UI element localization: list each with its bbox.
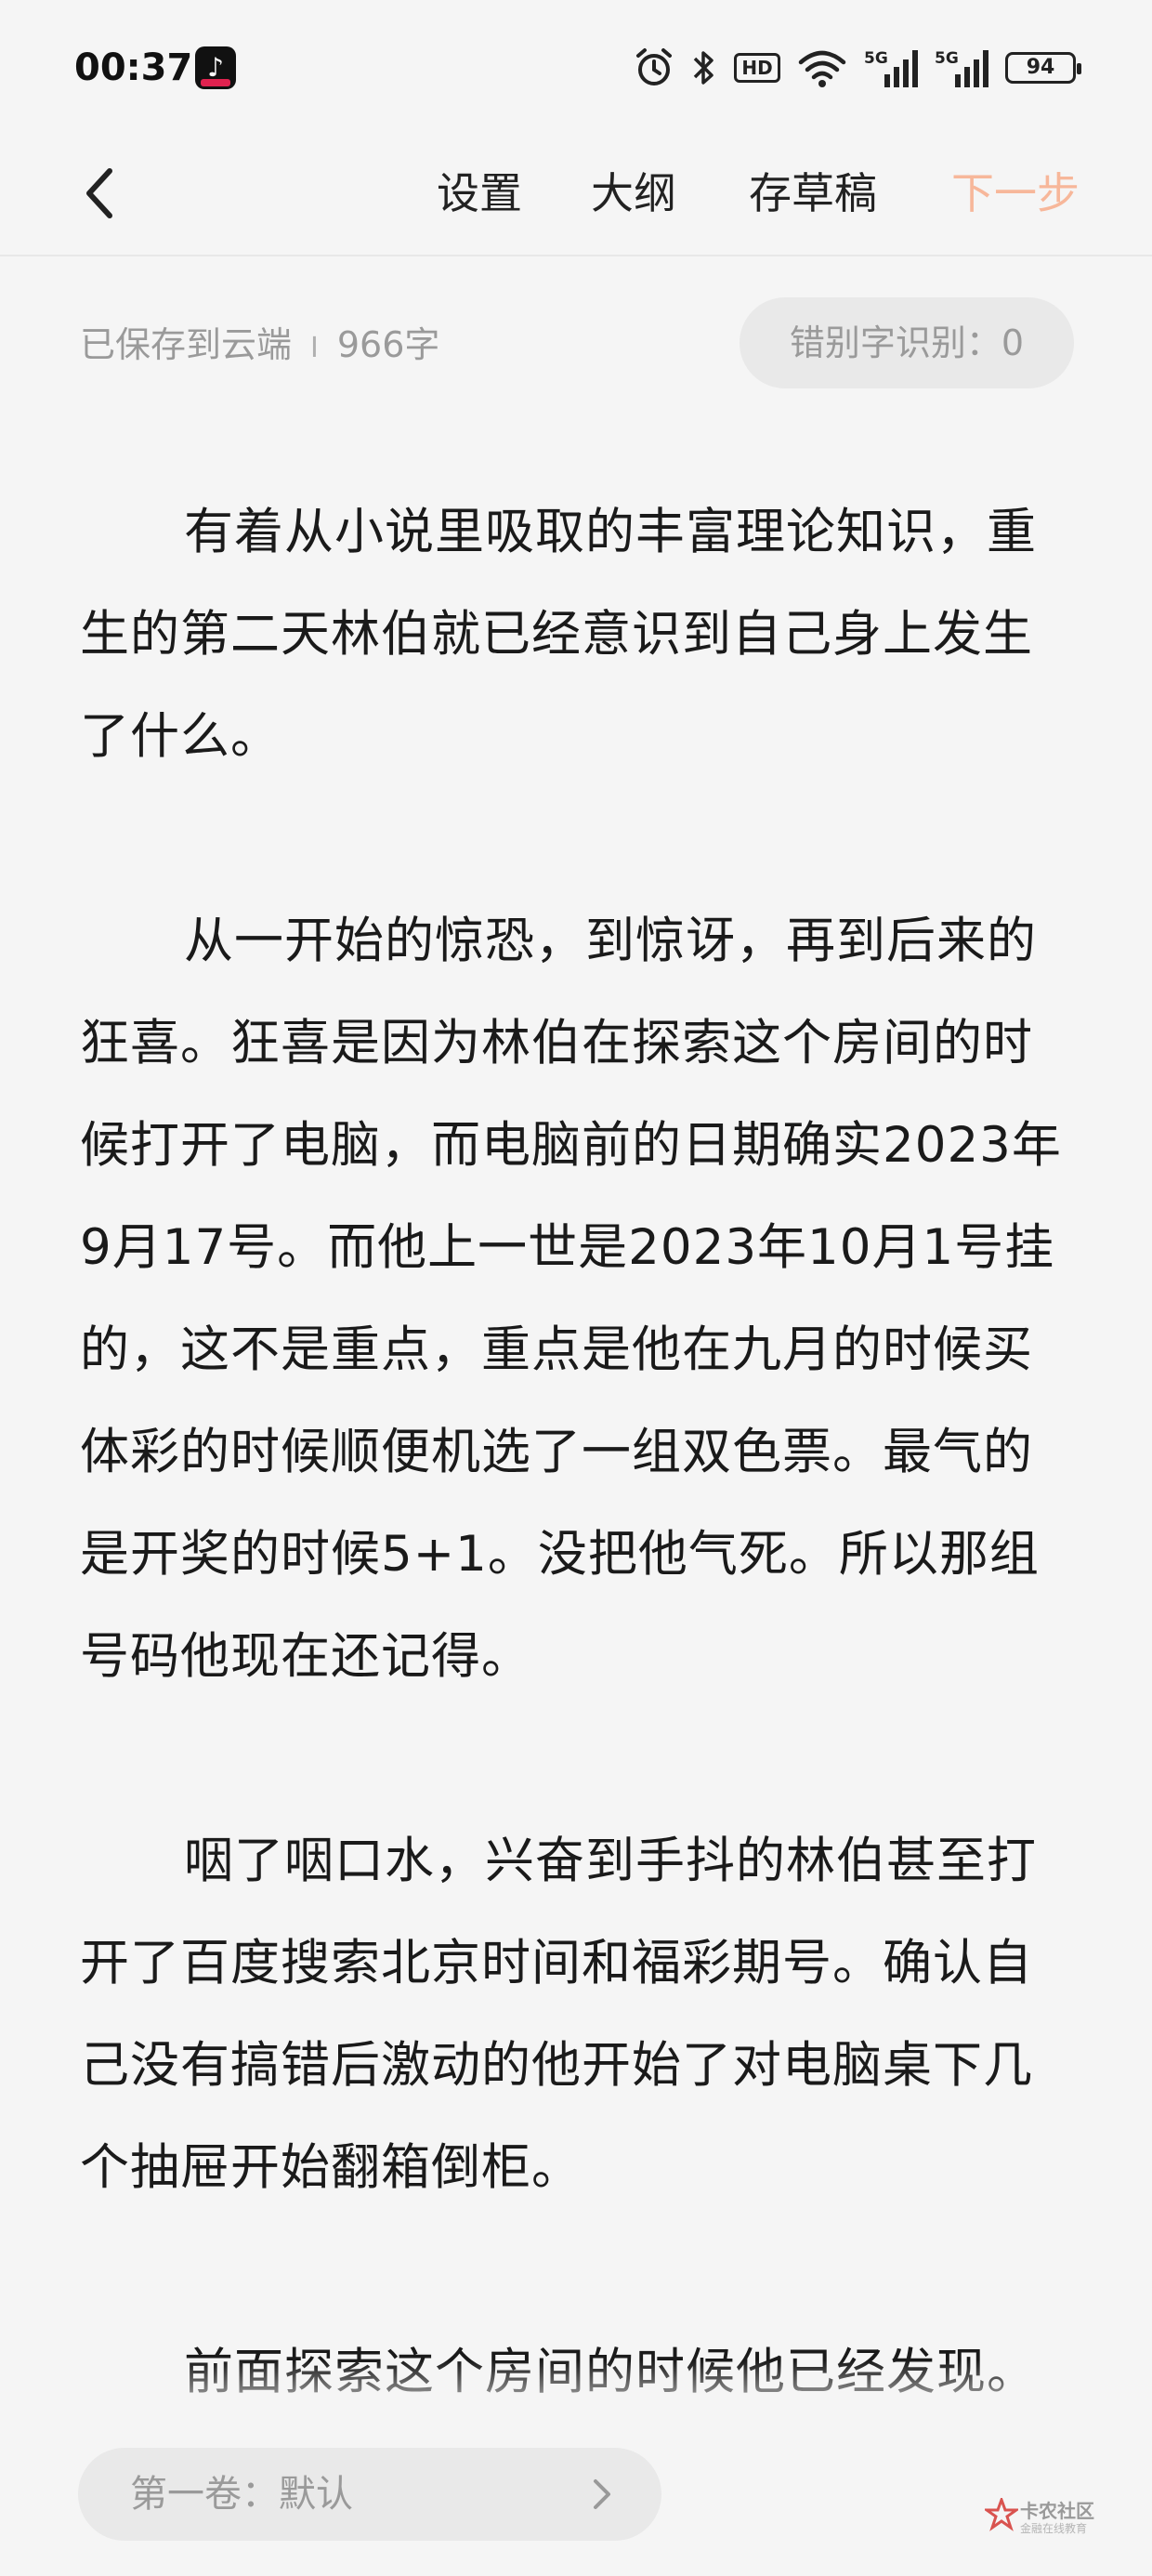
alarm-icon [636, 48, 672, 85]
chapter-editor[interactable]: 有着从小说里吸取的丰富理论知识，重生的第二天林伯就已经意识到自己身上发生了什么。… [80, 481, 1074, 2526]
signal-icon: 5G [935, 49, 988, 87]
saved-text: 已保存到云端 [80, 324, 293, 365]
save-draft-button[interactable]: 存草稿 [749, 158, 877, 229]
volume-label: 第一卷：默认 [130, 2473, 353, 2516]
watermark-logo: 卡农社区 金融在线教育 [985, 2492, 1106, 2544]
paragraph[interactable]: 有着从小说里吸取的丰富理论知识，重生的第二天林伯就已经意识到自己身上发生了什么。 [80, 481, 1074, 788]
net-label-1: 5G [864, 49, 888, 68]
status-time: 00:37 [74, 46, 193, 89]
tiktok-lite-icon: ♪ [195, 46, 236, 89]
chevron-right-icon [594, 2479, 610, 2509]
meta-separator: I [310, 332, 319, 364]
top-nav: 设置 大纲 存草稿 下一步 [0, 139, 1152, 256]
paragraph[interactable]: 从一开始的惊恐，到惊讶，再到后来的狂喜。狂喜是因为林伯在探索这个房间的时候打开了… [80, 890, 1074, 1708]
save-status: 已保存到云端 I 966字 [80, 316, 439, 367]
status-bar: 00:37 ♪ HD 5G 5G 94 [0, 0, 1152, 139]
watermark-star-icon [985, 2498, 1018, 2531]
wifi-icon [798, 50, 846, 87]
battery-indicator: 94 [1005, 52, 1081, 84]
bluetooth-icon [693, 51, 713, 85]
hd-badge: HD [734, 53, 780, 83]
watermark-text: 卡农社区 [1020, 2500, 1094, 2522]
volume-selector[interactable]: 第一卷：默认 [78, 2448, 661, 2541]
back-arrow-icon[interactable] [74, 156, 130, 230]
typo-check-button[interactable]: 错别字识别：0 [740, 297, 1074, 388]
watermark-subtext: 金融在线教育 [1020, 2522, 1088, 2535]
word-count: 966字 [336, 324, 440, 365]
status-icons: HD 5G 5G 94 [634, 43, 1081, 93]
outline-button[interactable]: 大纲 [591, 158, 676, 229]
editor-page: 00:37 ♪ HD 5G 5G 94 设置 大纲 存草稿 下一步 已保存到云端… [0, 0, 1152, 2576]
net-label-2: 5G [935, 49, 959, 68]
settings-button[interactable]: 设置 [437, 158, 522, 229]
next-step-button[interactable]: 下一步 [951, 158, 1080, 229]
signal-icon: 5G [864, 49, 918, 87]
paragraph[interactable]: 咽了咽口水，兴奋到手抖的林伯甚至打开了百度搜索北京时间和福彩期号。确认自己没有搞… [80, 1810, 1074, 2219]
